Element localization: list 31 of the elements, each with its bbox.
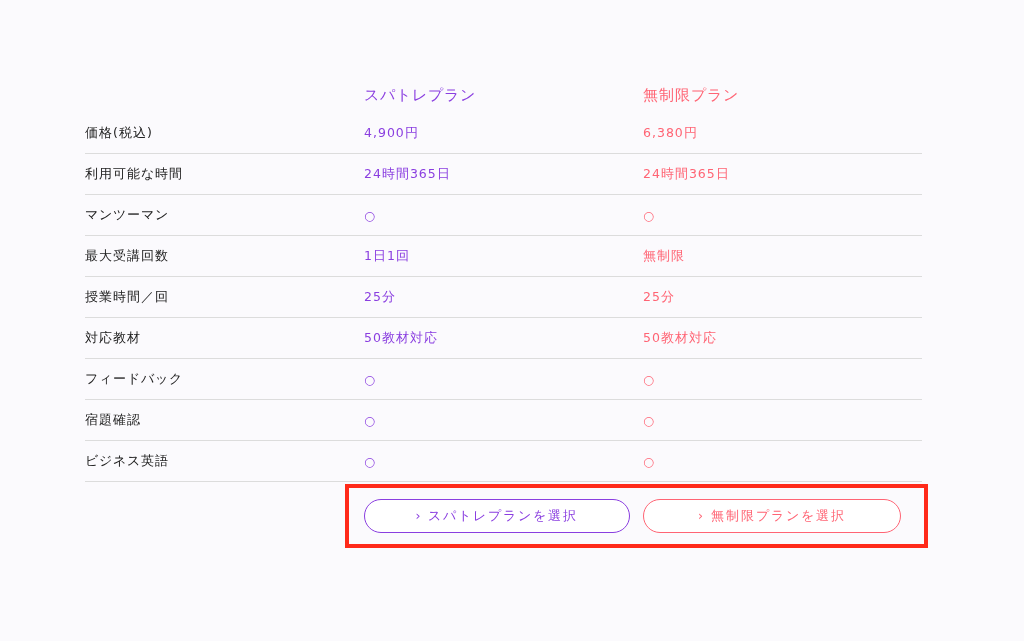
feature-label: フィードバック [85,370,183,388]
plan-value: 25分 [643,288,675,306]
plan-value: 1日1回 [364,247,410,265]
feature-label: マンツーマン [85,206,169,224]
feature-label: 授業時間／回 [85,288,169,306]
plan-value: 50教材対応 [643,329,717,347]
select-plan-button[interactable]: › 無制限プランを選択 [643,499,901,533]
plan-value: ○ [643,412,655,428]
plan-value: ○ [643,207,655,223]
plan-name: スパトレプラン [364,86,476,105]
plan-value: ○ [364,371,376,387]
feature-label: ビジネス英語 [85,452,169,470]
plan-value: ○ [364,412,376,428]
feature-label: 最大受講回数 [85,247,169,265]
feature-label: 対応教材 [85,329,141,347]
feature-label: 利用可能な時間 [85,165,183,183]
feature-label: 宿題確認 [85,411,141,429]
plan-value: 24時間365日 [643,165,730,183]
plan-name: 無制限プラン [643,86,739,105]
plan-value: ○ [364,453,376,469]
plan-value: ○ [643,371,655,387]
plan-value: 6,380円 [643,124,698,142]
plan-value: 50教材対応 [364,329,438,347]
plan-value: 4,900円 [364,124,419,142]
plan-value: 24時間365日 [364,165,451,183]
plan-value: ○ [364,207,376,223]
feature-label: 価格(税込) [85,124,153,142]
select-plan-button[interactable]: › スパトレプランを選択 [364,499,630,533]
plan-value: 無制限 [643,247,685,265]
plan-value: 25分 [364,288,396,306]
plan-value: ○ [643,453,655,469]
